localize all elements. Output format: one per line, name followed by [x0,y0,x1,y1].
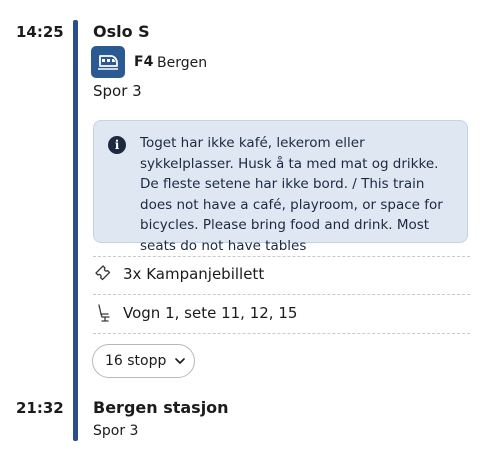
seat-label: Vogn 1, sete 11, 12, 15 [123,304,298,322]
arrival-station: Bergen stasjon [93,398,229,417]
line-destination: Bergen [157,55,208,71]
departure-track: Spor 3 [93,82,142,100]
divider [93,294,470,295]
arrival-track: Spor 3 [93,423,139,439]
stops-toggle-button[interactable]: 16 stopp [92,344,195,378]
ticket-icon [93,263,115,285]
ticket-label: 3x Kampanjebillett [123,265,265,283]
seat-icon [93,302,115,324]
divider [93,256,470,257]
arrival-time: 21:32 [16,399,64,417]
notice-text: Toget har ikke kafé, lekerom eller sykke… [140,135,443,254]
chevron-down-icon [174,357,186,365]
service-notice: i Toget har ikke kafé, lekerom eller syk… [93,120,468,254]
departure-time: 14:25 [16,23,64,41]
train-icon [91,46,125,78]
info-icon: i [108,136,126,154]
route-line [73,20,78,441]
seat-row: Vogn 1, sete 11, 12, 15 [93,301,297,325]
line-code: F4 [134,54,154,70]
divider [93,333,470,334]
departure-station: Oslo S [93,22,150,41]
stops-toggle-label: 16 stopp [105,353,167,369]
ticket-row: 3x Kampanjebillett [93,262,264,286]
